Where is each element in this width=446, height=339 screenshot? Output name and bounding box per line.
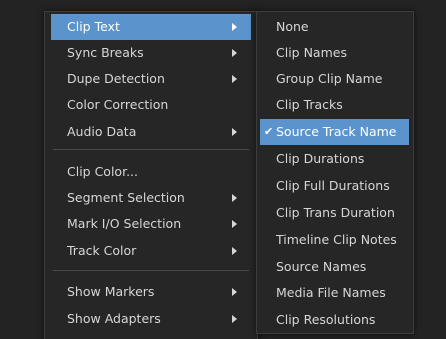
clip-text-submenu: None Clip Names Group Clip Name Clip Tra… xyxy=(256,11,414,334)
menu-item-segment-selection[interactable]: Segment Selection xyxy=(51,185,251,211)
menu-item-label: Clip Tracks xyxy=(276,97,343,112)
submenu-item-none[interactable]: None xyxy=(260,14,409,40)
submenu-item-group-clip-name[interactable]: Group Clip Name xyxy=(260,66,409,92)
submenu-arrow-icon xyxy=(232,315,237,323)
submenu-item-clip-durations[interactable]: Clip Durations xyxy=(260,146,409,172)
submenu-arrow-icon xyxy=(232,220,237,228)
submenu-arrow-icon xyxy=(232,49,237,57)
menu-item-label: Group Clip Name xyxy=(276,71,383,86)
menu-item-label: Clip Trans Duration xyxy=(276,205,395,220)
menu-item-mark-io-selection[interactable]: Mark I/O Selection xyxy=(51,211,251,237)
submenu-item-clip-resolutions[interactable]: Clip Resolutions xyxy=(260,307,409,333)
menu-item-label: Dupe Detection xyxy=(67,71,165,86)
menu-item-label: Show Adapters xyxy=(67,311,161,326)
menu-separator xyxy=(53,149,249,150)
menu-item-label: Source Track Name xyxy=(276,124,397,139)
submenu-item-timeline-clip-notes[interactable]: Timeline Clip Notes xyxy=(260,227,409,253)
submenu-arrow-icon xyxy=(232,75,237,83)
menu-item-label: Clip Resolutions xyxy=(276,312,376,327)
menu-item-clip-color[interactable]: Clip Color... xyxy=(51,159,251,185)
menu-item-track-color[interactable]: Track Color xyxy=(51,238,251,264)
menu-item-label: Segment Selection xyxy=(67,190,185,205)
menu-item-clip-text[interactable]: Clip Text xyxy=(51,14,251,40)
menu-separator xyxy=(53,270,249,271)
menu-item-label: Clip Names xyxy=(276,45,347,60)
menu-item-label: Mark I/O Selection xyxy=(67,216,182,231)
menu-item-label: Clip Text xyxy=(67,19,120,34)
menu-item-label: Audio Data xyxy=(67,124,137,139)
submenu-arrow-icon xyxy=(232,128,237,136)
menu-item-show-markers[interactable]: Show Markers xyxy=(51,279,251,305)
menu-item-label: Source Names xyxy=(276,259,367,274)
menu-item-color-correction[interactable]: Color Correction xyxy=(51,92,251,118)
menu-item-label: Color Correction xyxy=(67,97,169,112)
menu-item-dupe-detection[interactable]: Dupe Detection xyxy=(51,66,251,92)
submenu-arrow-icon xyxy=(232,23,237,31)
submenu-item-clip-trans-duration[interactable]: Clip Trans Duration xyxy=(260,200,409,226)
menu-item-label: None xyxy=(276,19,309,34)
context-menu: Clip Text Sync Breaks Dupe Detection Col… xyxy=(44,11,258,339)
checkmark-icon: ✔ xyxy=(264,125,274,138)
submenu-arrow-icon xyxy=(232,288,237,296)
menu-item-label: Track Color xyxy=(67,243,137,258)
submenu-item-source-track-name[interactable]: ✔ Source Track Name xyxy=(260,119,409,145)
menu-item-sync-breaks[interactable]: Sync Breaks xyxy=(51,40,251,66)
submenu-item-clip-tracks[interactable]: Clip Tracks xyxy=(260,92,409,118)
submenu-arrow-icon xyxy=(232,247,237,255)
submenu-item-clip-full-durations[interactable]: Clip Full Durations xyxy=(260,173,409,199)
menu-item-audio-data[interactable]: Audio Data xyxy=(51,119,251,145)
screen: Clip Text Sync Breaks Dupe Detection Col… xyxy=(0,0,446,339)
menu-item-label: Show Markers xyxy=(67,284,155,299)
submenu-arrow-icon xyxy=(232,194,237,202)
menu-item-label: Timeline Clip Notes xyxy=(276,232,397,247)
menu-item-label: Clip Durations xyxy=(276,151,365,166)
submenu-item-clip-names[interactable]: Clip Names xyxy=(260,40,409,66)
submenu-item-media-file-names[interactable]: Media File Names xyxy=(260,280,409,306)
menu-item-label: Media File Names xyxy=(276,285,386,300)
menu-item-label: Clip Color... xyxy=(67,164,138,179)
menu-item-label: Sync Breaks xyxy=(67,45,144,60)
menu-item-label: Clip Full Durations xyxy=(276,178,390,193)
menu-item-show-adapters[interactable]: Show Adapters xyxy=(51,306,251,332)
submenu-item-source-names[interactable]: Source Names xyxy=(260,254,409,280)
